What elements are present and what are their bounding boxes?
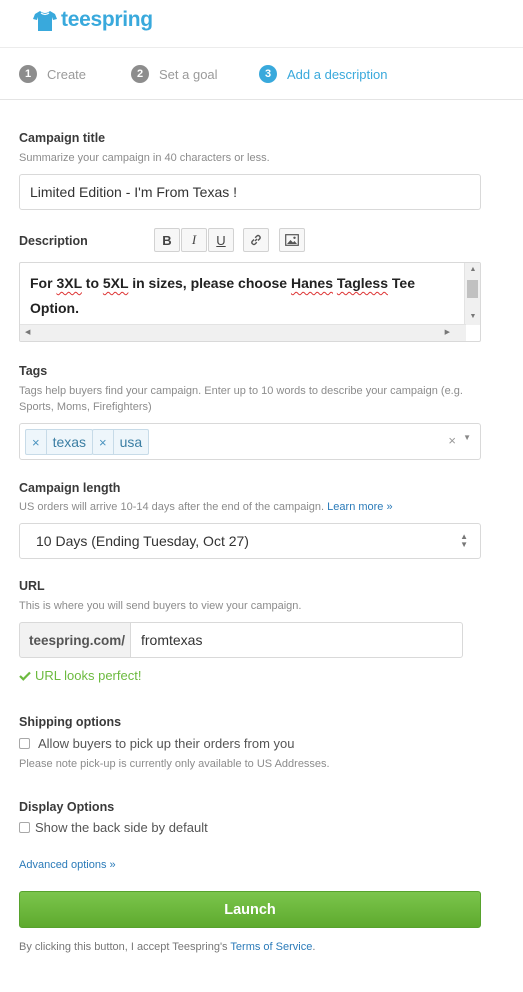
pickup-note: Please note pick-up is currently only av… — [19, 758, 330, 770]
tag-label: texas — [52, 434, 87, 450]
back-side-checkbox[interactable] — [19, 822, 30, 833]
tags-label: Tags — [19, 364, 48, 378]
tag-label: usa — [119, 434, 143, 450]
tags-input[interactable]: × texas × usa × ▼ — [19, 423, 481, 460]
teespring-logo[interactable]: teespring — [32, 8, 153, 34]
shipping-options-label: Shipping options — [19, 715, 122, 729]
description-text[interactable]: For 3XL to 5XL in sizes, please choose H… — [30, 271, 460, 321]
display-options-label: Display Options — [19, 800, 115, 814]
checkmark-icon — [19, 671, 31, 681]
image-button[interactable] — [279, 228, 305, 252]
terms-of-service-link[interactable]: Terms of Service — [230, 941, 312, 953]
campaign-title-hint: Summarize your campaign in 40 characters… — [19, 152, 270, 164]
scroll-left-arrow-icon[interactable]: ◀ — [25, 328, 30, 336]
step-label: Set a goal — [159, 66, 218, 82]
step-label: Create — [47, 66, 87, 82]
campaign-title-label: Campaign title — [19, 131, 106, 145]
tags-hint: Tags help buyers find your campaign. Ent… — [19, 385, 463, 413]
tag-chip: × texas — [25, 429, 94, 455]
learn-more-link[interactable]: Learn more » — [327, 501, 392, 513]
step-add-description[interactable]: 3 Add a description — [259, 65, 387, 83]
tshirt-logo-icon — [33, 11, 57, 31]
description-label: Description — [19, 234, 88, 248]
step-number: 1 — [19, 65, 37, 83]
underline-button[interactable]: U — [208, 228, 234, 252]
advanced-options-link[interactable]: Advanced options » — [19, 859, 116, 871]
url-status-text: URL looks perfect! — [35, 668, 142, 683]
url-input[interactable]: fromtexas — [130, 622, 463, 658]
italic-button[interactable]: I — [181, 228, 207, 252]
tag-chip: × usa — [92, 429, 150, 455]
campaign-length-hint: US orders will arrive 10-14 days after t… — [19, 501, 393, 513]
campaign-length-select[interactable]: 10 Days (Ending Tuesday, Oct 27) ▲ ▼ — [19, 523, 481, 559]
url-status: URL looks perfect! — [19, 668, 141, 683]
url-hint: This is where you will send buyers to vi… — [19, 600, 302, 612]
vertical-scrollbar[interactable]: ▲ ▼ — [464, 263, 480, 325]
scroll-down-arrow-icon[interactable]: ▼ — [465, 313, 480, 320]
progress-steps: 1 Create 2 Set a goal 3 Add a descriptio… — [0, 49, 523, 100]
remove-tag-icon[interactable]: × — [93, 430, 114, 454]
campaign-length-value: 10 Days (Ending Tuesday, Oct 27) — [36, 533, 249, 549]
clear-tags-icon[interactable]: × — [448, 433, 456, 448]
link-button[interactable] — [243, 228, 269, 252]
brand-name: teespring — [61, 8, 153, 31]
pickup-checkbox[interactable] — [19, 738, 30, 749]
back-side-option[interactable]: Show the back side by default — [19, 820, 208, 835]
launch-button[interactable]: Launch — [19, 891, 481, 928]
image-icon — [285, 234, 299, 246]
header: teespring — [0, 0, 523, 48]
scroll-thumb[interactable] — [467, 280, 478, 298]
url-label: URL — [19, 579, 45, 593]
pickup-option[interactable]: Allow buyers to pick up their orders fro… — [19, 736, 295, 751]
description-editor[interactable]: For 3XL to 5XL in sizes, please choose H… — [19, 262, 481, 342]
step-set-goal[interactable]: 2 Set a goal — [131, 65, 218, 83]
campaign-length-label: Campaign length — [19, 481, 121, 495]
scroll-right-arrow-icon[interactable]: ▶ — [445, 328, 450, 336]
scroll-up-arrow-icon[interactable]: ▲ — [465, 266, 480, 273]
select-updown-icon: ▲ ▼ — [460, 532, 468, 549]
back-side-checkbox-label[interactable]: Show the back side by default — [35, 820, 208, 835]
chevron-down-icon[interactable]: ▼ — [463, 433, 471, 442]
step-create[interactable]: 1 Create — [19, 65, 86, 83]
step-number: 3 — [259, 65, 277, 83]
terms-notice: By clicking this button, I accept Teespr… — [19, 941, 316, 953]
step-number: 2 — [131, 65, 149, 83]
link-icon — [251, 234, 261, 246]
step-label: Add a description — [287, 66, 388, 82]
bold-button[interactable]: B — [154, 228, 180, 252]
remove-tag-icon[interactable]: × — [26, 430, 47, 454]
pickup-checkbox-label[interactable]: Allow buyers to pick up their orders fro… — [38, 736, 295, 751]
campaign-title-input[interactable]: Limited Edition - I'm From Texas ! — [19, 174, 481, 210]
horizontal-scrollbar[interactable]: ◀ ▶ — [20, 324, 466, 341]
url-prefix: teespring.com/ — [19, 622, 131, 658]
